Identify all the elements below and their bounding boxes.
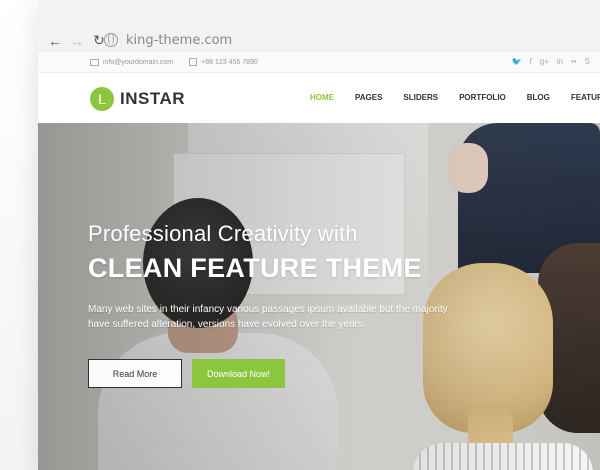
phone-text: +88 123 456 7890 bbox=[201, 58, 258, 66]
google-plus-icon[interactable]: g+ bbox=[540, 57, 549, 66]
menu-item-home[interactable]: HOME bbox=[310, 93, 334, 102]
hero-caption: Professional Creativity with CLEAN FEATU… bbox=[88, 221, 508, 332]
linkedin-icon[interactable]: in bbox=[557, 57, 563, 66]
menu-item-portfolio[interactable]: PORTFOLIO bbox=[459, 93, 506, 102]
mail-icon bbox=[90, 58, 99, 66]
main-menu: HOME PAGES SLIDERS PORTFOLIO BLOG FEATUR… bbox=[310, 93, 600, 102]
flickr-icon[interactable]: •• bbox=[571, 57, 577, 66]
read-more-button[interactable]: Read More bbox=[88, 359, 182, 388]
menu-item-sliders[interactable]: SLIDERS bbox=[403, 93, 438, 102]
email-text: info@yourdomain.com bbox=[103, 58, 174, 66]
menu-item-blog[interactable]: BLOG bbox=[527, 93, 550, 102]
contact-bar: info@yourdomain.com +88 123 456 7890 🐦 f… bbox=[38, 52, 600, 72]
logo[interactable]: L INSTAR bbox=[90, 87, 185, 111]
back-arrow-icon[interactable]: ← bbox=[48, 33, 62, 49]
phone-contact: +88 123 456 7890 bbox=[189, 58, 258, 66]
hero-title: CLEAN FEATURE THEME bbox=[88, 253, 422, 283]
phone-icon bbox=[189, 58, 198, 66]
skype-icon[interactable]: S bbox=[585, 57, 590, 66]
url-text: king-theme.com bbox=[126, 32, 233, 48]
menu-item-pages[interactable]: PAGES bbox=[355, 93, 382, 102]
menu-item-features[interactable]: FEATURES bbox=[571, 93, 600, 102]
browser-window: ← → ↻ king-theme.com info@yourdomain.com… bbox=[38, 0, 600, 470]
site-header: L INSTAR HOME PAGES SLIDERS PORTFOLIO BL… bbox=[38, 72, 600, 123]
hero-subtitle: Professional Creativity with bbox=[88, 221, 358, 246]
logo-mark: L bbox=[90, 87, 114, 111]
facebook-icon[interactable]: f bbox=[529, 57, 531, 66]
email-contact[interactable]: info@yourdomain.com bbox=[90, 58, 174, 66]
hero-slider: Professional Creativity with CLEAN FEATU… bbox=[38, 123, 600, 470]
hero-description: Many web sites in their infancy various … bbox=[88, 304, 448, 330]
twitter-icon[interactable]: 🐦 bbox=[511, 57, 521, 66]
globe-icon bbox=[104, 33, 118, 47]
forward-arrow-icon[interactable]: → bbox=[70, 33, 84, 49]
logo-text: INSTAR bbox=[120, 89, 186, 108]
social-links: 🐦 f g+ in •• S bbox=[511, 57, 590, 66]
address-bar[interactable]: king-theme.com bbox=[104, 29, 600, 51]
browser-toolbar: ← → ↻ king-theme.com bbox=[38, 0, 600, 53]
download-now-button[interactable]: Download Now! bbox=[192, 359, 285, 388]
